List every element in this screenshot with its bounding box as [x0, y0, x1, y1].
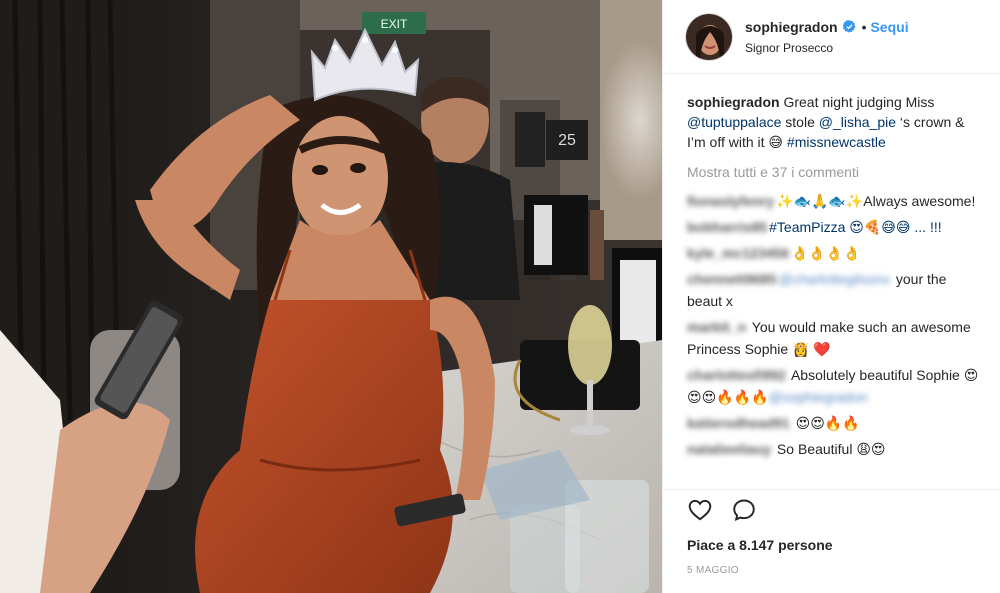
- exit-sign: EXIT: [381, 17, 408, 31]
- comment: kyle_mc123456 👌👌👌👌: [687, 242, 982, 264]
- comment-text: 😍😍🔥🔥: [791, 415, 860, 431]
- caption-text-1: Great night judging Miss: [779, 94, 935, 110]
- comment-username[interactable]: marktt_n: [687, 316, 748, 338]
- photo-illustration: 25 EXIT: [0, 0, 662, 593]
- comment-text: ✨🐟🙏🐟✨Always awesome!: [776, 193, 976, 209]
- caption-mention-1[interactable]: @tuptuppalace: [687, 114, 781, 130]
- header-username[interactable]: sophiegradon: [745, 18, 838, 36]
- comment: katierodhead91 😍😍🔥🔥: [687, 412, 982, 434]
- comment: marktt_n You would make such an awesome …: [687, 316, 982, 360]
- avatar[interactable]: [685, 12, 733, 61]
- comment-text: #TeamPizza 😍🍕😅😅 ... !!!: [769, 219, 942, 235]
- comment-text: So Beautiful 😩😍: [773, 441, 886, 457]
- caption-mention-2[interactable]: @_lisha_pie: [819, 114, 896, 130]
- comment-text: 👌👌👌👌: [791, 245, 861, 261]
- post-photo[interactable]: 25 EXIT: [0, 0, 662, 593]
- header-meta: sophiegradon • Sequi Signor Prosecco: [745, 18, 909, 56]
- heart-outline-icon[interactable]: [687, 497, 713, 523]
- post-header: sophiegradon • Sequi Signor Prosecco: [663, 0, 1000, 74]
- speech-bubble-icon[interactable]: [731, 497, 757, 523]
- comment-mention[interactable]: @sophiegradon: [768, 386, 869, 408]
- comment: charlottesfi992 Absolutely beautiful Sop…: [687, 364, 982, 408]
- comment-username[interactable]: natalieeliauy: [687, 438, 773, 460]
- location-link[interactable]: Signor Prosecco: [745, 40, 909, 56]
- comment-username[interactable]: charlottesfi992: [687, 364, 788, 386]
- comment: fionaslyfenry ✨🐟🙏🐟✨Always awesome!: [687, 190, 982, 212]
- caption-hashtag[interactable]: #missnewcastle: [787, 134, 886, 150]
- caption: sophiegradon Great night judging Miss @t…: [687, 92, 982, 152]
- post-date[interactable]: 5 MAGGIO: [687, 565, 739, 576]
- action-bar: [663, 489, 1000, 529]
- comment-username[interactable]: bobharris85: [687, 216, 769, 238]
- caption-text-2: stole: [781, 114, 819, 130]
- comment-mention[interactable]: @charlottegilsonx: [778, 268, 892, 290]
- comment-username[interactable]: fionaslyfenry: [687, 190, 776, 212]
- comments-area: sophiegradon Great night judging Miss @t…: [663, 74, 1000, 489]
- comment-username[interactable]: katierodhead91: [687, 412, 792, 434]
- view-all-comments-link[interactable]: Mostra tutti e 37 i commenti: [687, 162, 982, 182]
- comment-username[interactable]: chennett9685: [687, 268, 778, 290]
- comment: chennett9685 @charlottegilsonx your the b…: [687, 268, 982, 312]
- comment: natalieeliauy So Beautiful 😩😍: [687, 438, 982, 460]
- likes-count[interactable]: Piace a 8.147 persone: [687, 537, 833, 553]
- instagram-post: 25 EXIT sophiegradon • Sequi Signor Pros…: [0, 0, 1000, 593]
- follow-separator: •: [861, 18, 867, 35]
- comment: bobharris85 #TeamPizza 😍🍕😅😅 ... !!!: [687, 216, 982, 238]
- avatar-image: [686, 13, 732, 60]
- caption-username[interactable]: sophiegradon: [687, 94, 780, 110]
- wall-number: 25: [558, 132, 576, 149]
- comment-username[interactable]: kyle_mc123456: [687, 242, 791, 264]
- verified-badge-icon: [842, 20, 856, 33]
- post-details-panel: sophiegradon • Sequi Signor Prosecco sop…: [662, 0, 1000, 593]
- header-user-line: sophiegradon • Sequi: [745, 18, 909, 36]
- follow-button[interactable]: Sequi: [870, 18, 908, 36]
